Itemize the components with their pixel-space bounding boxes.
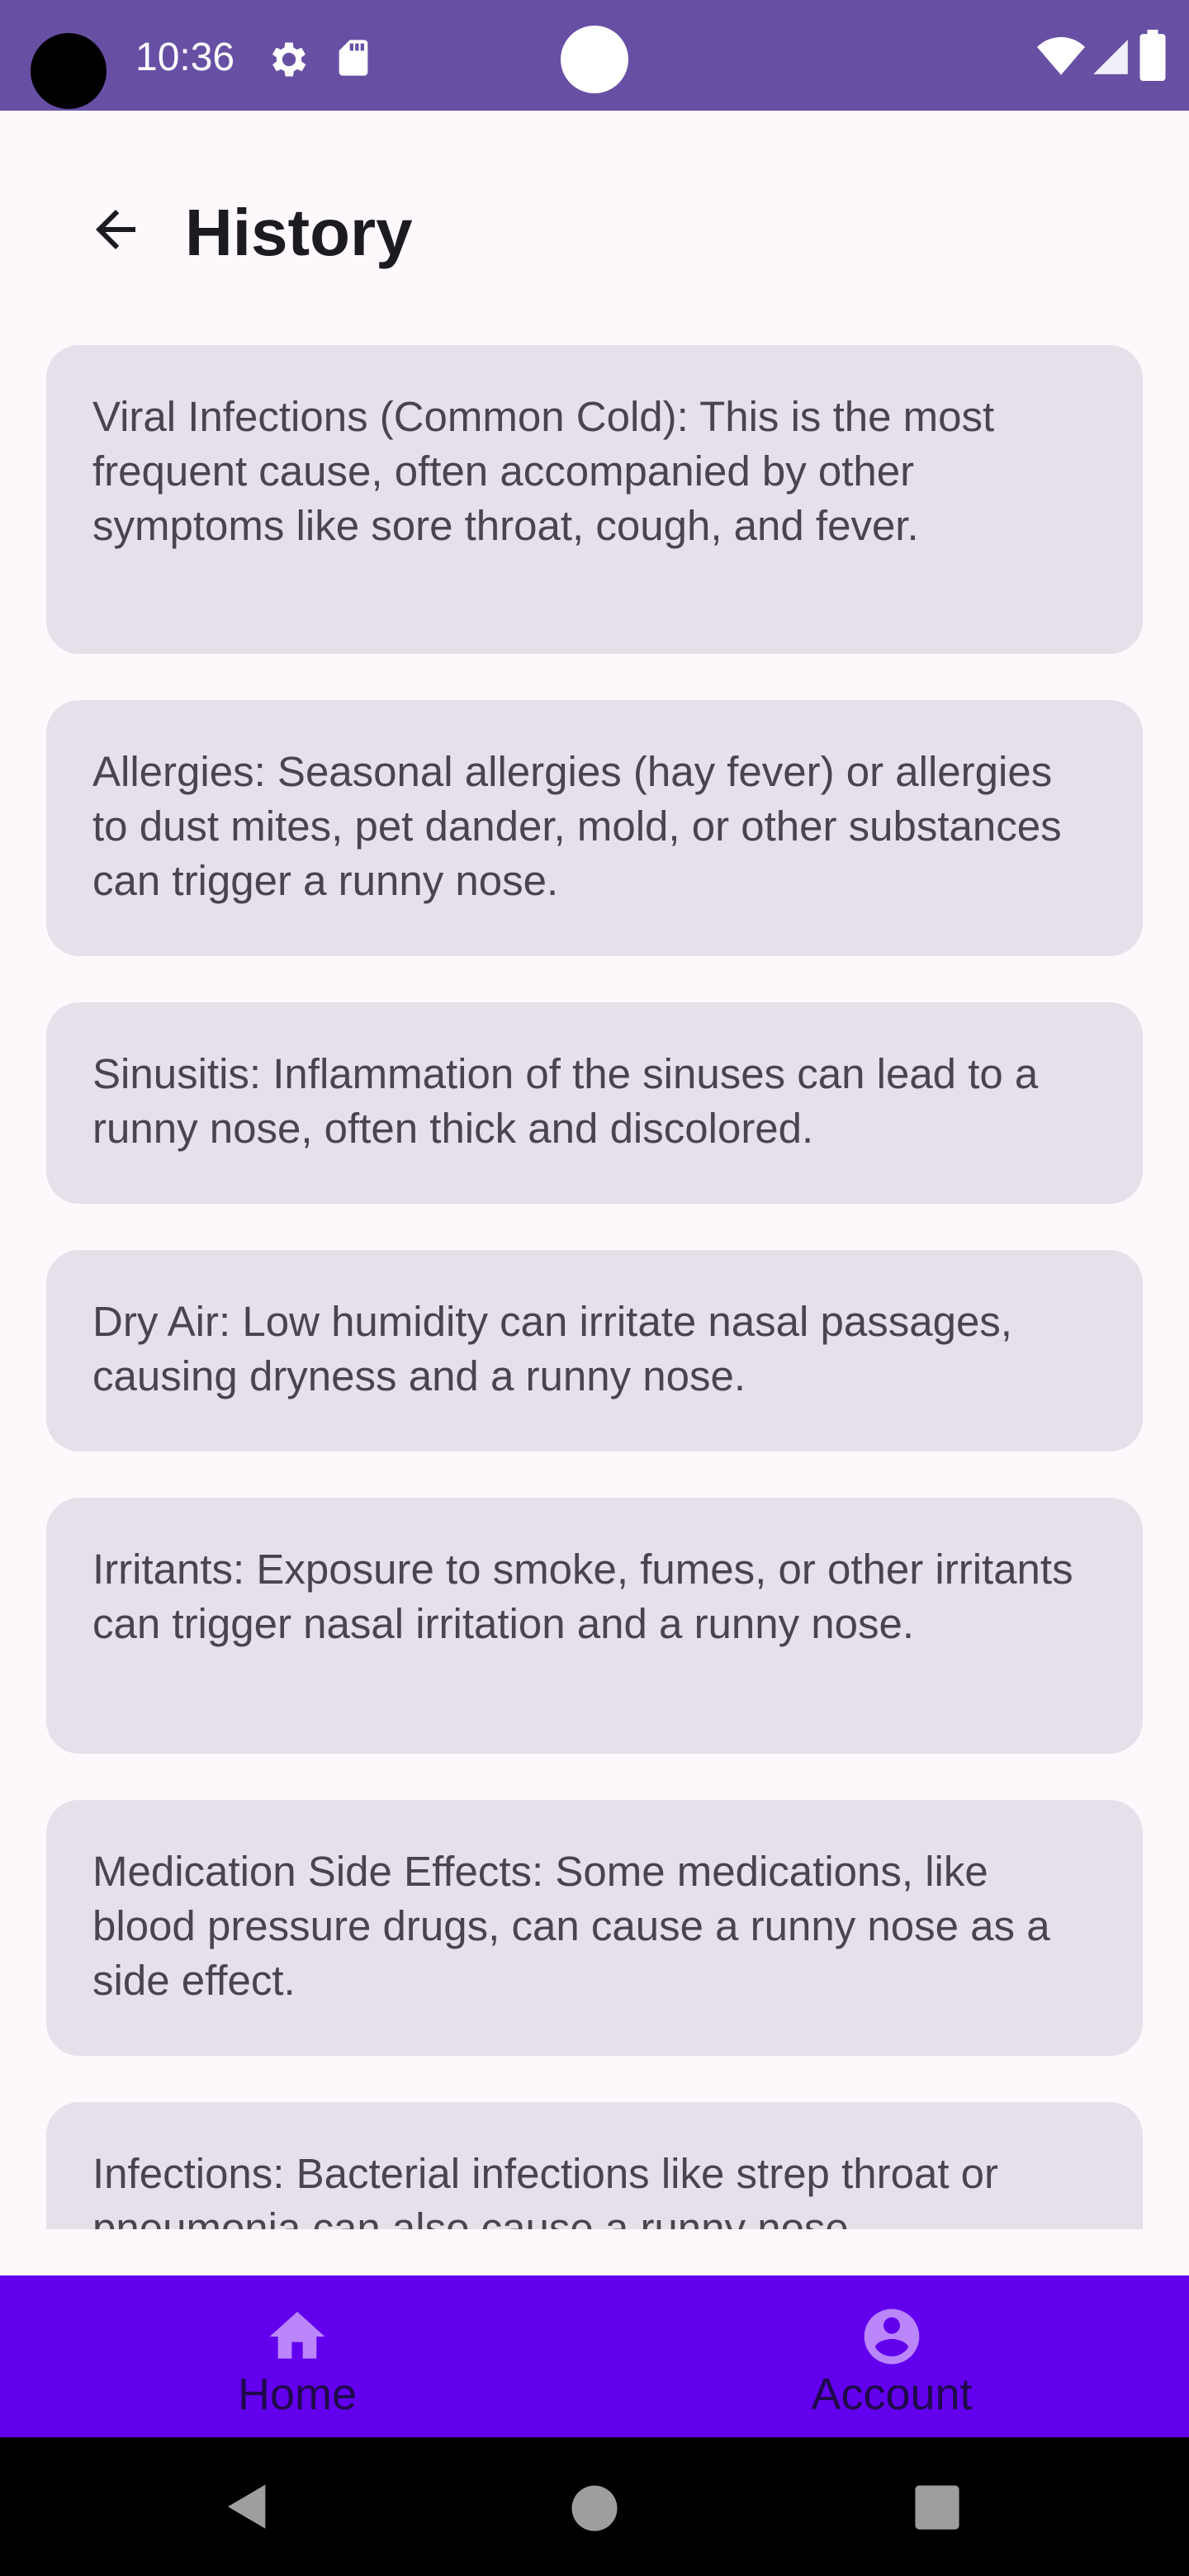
battery-icon: [1139, 30, 1166, 81]
nav-label-home: Home: [237, 2370, 358, 2419]
page-title: History: [185, 196, 413, 269]
camera-cutout: [31, 33, 107, 109]
history-card-text: Viral Infections (Common Cold): This is …: [92, 393, 995, 549]
screen: 10:36 History Viral Infections (Common C…: [0, 0, 1189, 2576]
status-bar: 10:36: [0, 0, 1189, 111]
history-card[interactable]: Viral Infections (Common Cold): This is …: [46, 345, 1143, 654]
history-card[interactable]: Infections: Bacterial infections like st…: [46, 2102, 1143, 2229]
history-card-text: Sinusitis: Inflammation of the sinuses c…: [92, 1050, 1039, 1152]
history-card[interactable]: Sinusitis: Inflammation of the sinuses c…: [46, 1002, 1143, 1204]
history-card[interactable]: Allergies: Seasonal allergies (hay fever…: [46, 700, 1143, 956]
recents-square-icon[interactable]: [913, 2484, 961, 2531]
arrow-left-icon: [96, 210, 135, 249]
history-card[interactable]: Irritants: Exposure to smoke, fumes, or …: [46, 1498, 1143, 1754]
sd-card-icon: [339, 40, 368, 76]
home-circle-icon[interactable]: [570, 2484, 619, 2533]
top-app-bar: History: [0, 111, 1189, 345]
signal-icon: [1093, 40, 1128, 74]
bottom-navigation: Home Account: [0, 2275, 1189, 2437]
nav-label-account: Account: [811, 2370, 973, 2419]
status-time: 10:36: [135, 36, 235, 79]
history-card[interactable]: Medication Side Effects: Some medication…: [46, 1800, 1143, 2056]
home-icon: [269, 2312, 325, 2359]
status-center-dot: [561, 26, 628, 93]
history-card-text: Allergies: Seasonal allergies (hay fever…: [92, 748, 1062, 904]
account-circle-icon: [864, 2308, 920, 2365]
history-card-text: Medication Side Effects: Some medication…: [92, 1848, 1050, 2004]
gear-icon: [272, 42, 306, 77]
back-triangle-icon[interactable]: [221, 2480, 274, 2533]
history-list[interactable]: Viral Infections (Common Cold): This is …: [0, 345, 1189, 2229]
back-button[interactable]: [74, 188, 157, 271]
history-card-text: Irritants: Exposure to smoke, fumes, or …: [92, 1546, 1073, 1647]
history-card-text: Infections: Bacterial infections like st…: [92, 2150, 999, 2229]
history-card[interactable]: Dry Air: Low humidity can irritate nasal…: [46, 1250, 1143, 1451]
history-card-text: Dry Air: Low humidity can irritate nasal…: [92, 1298, 1012, 1399]
wifi-icon: [1037, 36, 1085, 75]
nav-item-account[interactable]: Account: [594, 2275, 1189, 2437]
nav-item-home[interactable]: Home: [0, 2275, 594, 2437]
system-navigation-bar: [0, 2437, 1189, 2576]
